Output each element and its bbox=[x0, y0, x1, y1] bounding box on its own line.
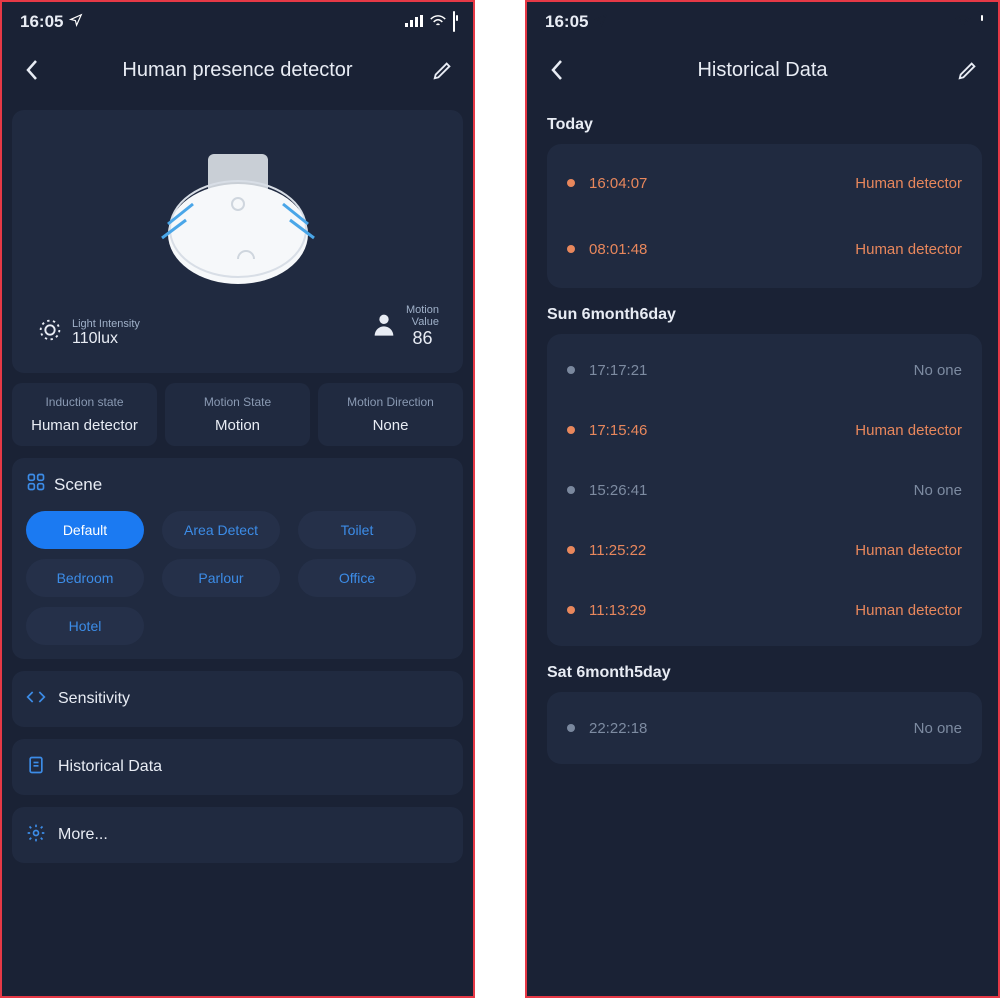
history-row[interactable]: 08:01:48 Human detector bbox=[547, 216, 982, 282]
history-time: 16:04:07 bbox=[589, 175, 647, 192]
history-row[interactable]: 16:04:07 Human detector bbox=[547, 150, 982, 216]
history-row[interactable]: 17:15:46 Human detector bbox=[547, 400, 982, 460]
status-dot-icon bbox=[567, 366, 575, 374]
main-screen: 16:05 Human presence detector bbox=[0, 0, 475, 998]
back-button[interactable] bbox=[16, 54, 48, 86]
scene-chip-hotel[interactable]: Hotel bbox=[26, 607, 144, 645]
menu-more[interactable]: More... bbox=[12, 807, 463, 863]
status-dot-icon bbox=[567, 426, 575, 434]
history-row[interactable]: 22:22:18 No one bbox=[547, 698, 982, 758]
status-dot-icon bbox=[567, 724, 575, 732]
status-dot-icon bbox=[567, 486, 575, 494]
history-time: 22:22:18 bbox=[589, 720, 647, 737]
device-image bbox=[26, 124, 449, 304]
battery-icon bbox=[978, 12, 980, 32]
scene-chip-parlour[interactable]: Parlour bbox=[162, 559, 280, 597]
status-dot-icon bbox=[567, 606, 575, 614]
history-event: Human detector bbox=[855, 602, 962, 619]
device-card: Light Intensity 110lux Motion Value 86 bbox=[12, 110, 463, 373]
history-time: 15:26:41 bbox=[589, 482, 647, 499]
history-event: Human detector bbox=[855, 542, 962, 559]
menu-label: More... bbox=[58, 826, 108, 844]
back-button[interactable] bbox=[541, 54, 573, 86]
edit-button[interactable] bbox=[952, 54, 984, 86]
document-icon bbox=[26, 755, 46, 780]
scene-title: Scene bbox=[54, 475, 102, 495]
history-screen: 16:05 Historical Data Today 16:04:07 Human… bbox=[525, 0, 1000, 998]
edit-button[interactable] bbox=[427, 54, 459, 86]
motion-value: 86 bbox=[406, 328, 439, 349]
scene-chip-office[interactable]: Office bbox=[298, 559, 416, 597]
history-row[interactable]: 11:13:29 Human detector bbox=[547, 580, 982, 640]
status-dot-icon bbox=[567, 546, 575, 554]
light-value: 110lux bbox=[72, 330, 140, 348]
header: Human presence detector bbox=[2, 42, 473, 98]
history-card: 22:22:18 No one bbox=[547, 692, 982, 764]
cellular-icon bbox=[930, 12, 948, 32]
wifi-icon bbox=[429, 12, 447, 32]
history-event: No one bbox=[914, 482, 962, 499]
status-dot-icon bbox=[567, 179, 575, 187]
state-tiles: Induction state Human detector Motion St… bbox=[12, 383, 463, 446]
page-title: Human presence detector bbox=[48, 59, 427, 82]
history-row[interactable]: 11:25:22 Human detector bbox=[547, 520, 982, 580]
tile-induction[interactable]: Induction state Human detector bbox=[12, 383, 157, 446]
history-event: No one bbox=[914, 362, 962, 379]
motion-label: Motion Value bbox=[406, 304, 439, 328]
location-icon bbox=[594, 12, 608, 32]
history-group-heading: Sat 6month5day bbox=[547, 664, 982, 682]
history-card: 16:04:07 Human detector 08:01:48 Human dete… bbox=[547, 144, 982, 288]
scene-chip-default[interactable]: Default bbox=[26, 511, 144, 549]
menu-sensitivity[interactable]: Sensitivity bbox=[12, 671, 463, 727]
tile-motion-direction[interactable]: Motion Direction None bbox=[318, 383, 463, 446]
history-time: 08:01:48 bbox=[589, 241, 647, 258]
history-row[interactable]: 17:17:21 No one bbox=[547, 340, 982, 400]
status-bar: 16:05 bbox=[527, 2, 998, 42]
history-time: 17:17:21 bbox=[589, 362, 647, 379]
scene-chip-toilet[interactable]: Toilet bbox=[298, 511, 416, 549]
menu-history[interactable]: Historical Data bbox=[12, 739, 463, 795]
menu-label: Sensitivity bbox=[58, 690, 130, 708]
history-event: Human detector bbox=[855, 241, 962, 258]
history-group-heading: Today bbox=[547, 116, 982, 134]
history-time: 17:15:46 bbox=[589, 422, 647, 439]
history-event: Human detector bbox=[855, 422, 962, 439]
code-icon bbox=[26, 687, 46, 712]
battery-icon bbox=[453, 12, 455, 32]
status-time: 16:05 bbox=[545, 12, 588, 32]
history-group-heading: Sun 6month6day bbox=[547, 306, 982, 324]
person-icon bbox=[370, 310, 398, 343]
header: Historical Data bbox=[527, 42, 998, 98]
scene-section: Scene Default Area Detect Toilet Bedroom Par… bbox=[12, 458, 463, 659]
page-title: Historical Data bbox=[573, 59, 952, 82]
wifi-icon bbox=[954, 12, 972, 32]
gear-icon bbox=[26, 823, 46, 848]
history-event: No one bbox=[914, 720, 962, 737]
history-time: 11:25:22 bbox=[589, 542, 646, 559]
status-bar: 16:05 bbox=[2, 2, 473, 42]
location-icon bbox=[69, 12, 83, 32]
status-dot-icon bbox=[567, 245, 575, 253]
tile-motion-state[interactable]: Motion State Motion bbox=[165, 383, 310, 446]
light-icon bbox=[36, 316, 64, 349]
history-row[interactable]: 15:26:41 No one bbox=[547, 460, 982, 520]
history-card: 17:17:21 No one 17:15:46 Human detector 15:2… bbox=[547, 334, 982, 646]
light-label: Light Intensity bbox=[72, 318, 140, 330]
cellular-icon bbox=[405, 12, 423, 32]
history-time: 11:13:29 bbox=[589, 602, 646, 619]
scene-chip-area-detect[interactable]: Area Detect bbox=[162, 511, 280, 549]
status-time: 16:05 bbox=[20, 12, 63, 32]
scene-chip-bedroom[interactable]: Bedroom bbox=[26, 559, 144, 597]
grid-icon bbox=[26, 472, 46, 497]
menu-label: Historical Data bbox=[58, 758, 162, 776]
history-event: Human detector bbox=[855, 175, 962, 192]
